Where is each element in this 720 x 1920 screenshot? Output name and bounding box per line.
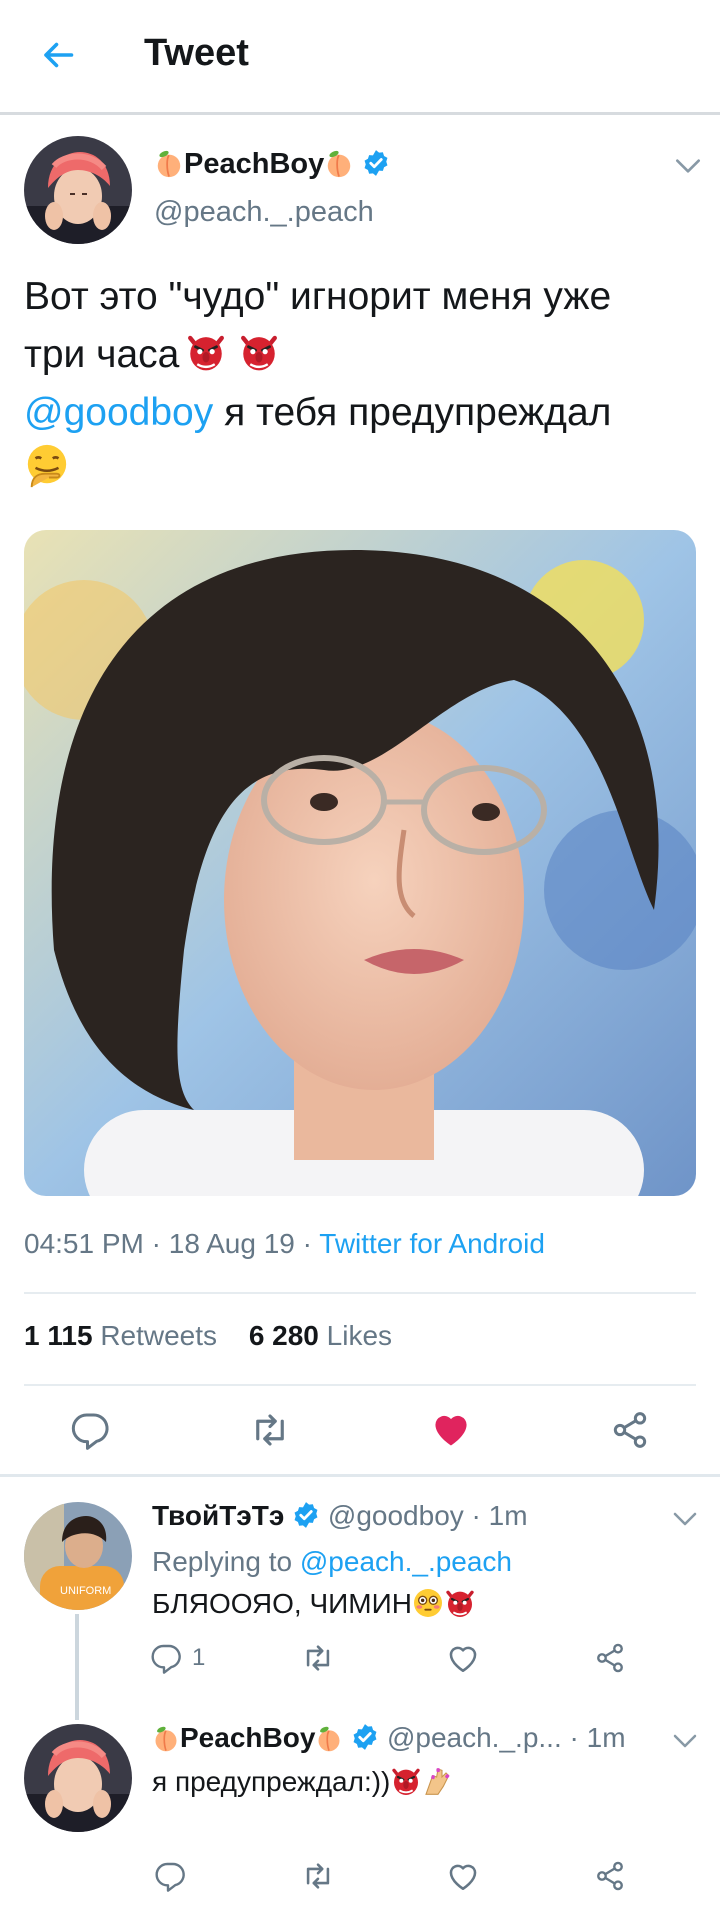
tweet-text: Вот это "чудо" игнорит меня уже три часа… bbox=[24, 268, 704, 500]
tweet-text-line-mention: @goodboy я тебя предупреждал bbox=[24, 384, 704, 442]
reply-avatar[interactable]: UNIFORM bbox=[24, 1502, 132, 1610]
tweet-stats: 1 115 Retweets 6 280 Likes bbox=[24, 1320, 392, 1352]
tweet-text-segment: я тебя предупреждал bbox=[213, 391, 612, 434]
reply-header[interactable]: PeachBoy @peach._.p... · 1m bbox=[152, 1718, 626, 1758]
heart-icon bbox=[446, 1859, 480, 1893]
retweets-stat[interactable]: 1 115 Retweets bbox=[24, 1320, 217, 1351]
share-button[interactable] bbox=[590, 1856, 630, 1896]
peach-emoji bbox=[154, 149, 184, 179]
reply-count: 1 bbox=[192, 1644, 206, 1671]
share-button[interactable] bbox=[590, 1638, 630, 1678]
svg-text:UNIFORM: UNIFORM bbox=[60, 1585, 111, 1597]
replying-to-link[interactable]: @peach._.peach bbox=[300, 1546, 512, 1577]
tweet-date: 18 Aug 19 bbox=[168, 1228, 295, 1259]
chevron-down-icon[interactable] bbox=[670, 1504, 700, 1534]
peach-emoji bbox=[324, 149, 354, 179]
reply-handle: @goodboy bbox=[327, 1500, 464, 1531]
page-title: Tweet bbox=[144, 32, 249, 74]
retweet-button[interactable] bbox=[246, 1406, 294, 1454]
top-app-bar: Tweet bbox=[0, 0, 720, 115]
share-button[interactable] bbox=[606, 1406, 654, 1454]
reply-text-segment: БЛЯООЯО, ЧИМИН bbox=[152, 1588, 412, 1619]
reply-button[interactable]: 1 bbox=[150, 1638, 230, 1678]
tweet-time: 04:51 PM bbox=[24, 1228, 144, 1259]
retweet-button[interactable] bbox=[298, 1638, 338, 1678]
replying-to-line: Replying to @peach._.peach bbox=[152, 1542, 512, 1582]
back-arrow-icon[interactable] bbox=[36, 30, 80, 80]
reply-text: я предупреждал:)) bbox=[152, 1762, 454, 1802]
retweet-icon bbox=[249, 1409, 291, 1451]
reply-time: 1m bbox=[488, 1500, 528, 1531]
goblin-emoji bbox=[238, 331, 280, 373]
replying-to-label: Replying to bbox=[152, 1546, 293, 1577]
reply-button[interactable] bbox=[66, 1406, 114, 1454]
share-icon bbox=[594, 1860, 626, 1892]
divider bbox=[24, 1292, 696, 1294]
verified-badge-icon bbox=[292, 1501, 320, 1529]
like-button[interactable] bbox=[426, 1404, 476, 1454]
tweet-source-link[interactable]: Twitter for Android bbox=[319, 1228, 545, 1259]
retweets-label: Retweets bbox=[100, 1320, 218, 1351]
reply-time: 1m bbox=[586, 1722, 626, 1753]
share-icon bbox=[610, 1410, 650, 1450]
author-handle[interactable]: @peach._.peach bbox=[154, 196, 374, 229]
heart-icon bbox=[429, 1407, 473, 1451]
nail-polish-emoji bbox=[422, 1765, 454, 1797]
retweet-button[interactable] bbox=[298, 1856, 338, 1896]
reply-icon bbox=[150, 1642, 182, 1674]
chevron-down-icon[interactable] bbox=[670, 1726, 700, 1756]
divider bbox=[24, 1384, 696, 1386]
reply-display-name: ТвойТэТэ bbox=[152, 1500, 285, 1531]
reply-header[interactable]: ТвойТэТэ @goodboy · 1m bbox=[152, 1496, 528, 1536]
chevron-down-icon[interactable] bbox=[672, 150, 704, 182]
reply-icon bbox=[70, 1410, 110, 1450]
retweet-icon bbox=[301, 1641, 335, 1675]
tweet-timestamp: 04:51 PM · 18 Aug 19 · Twitter for Andro… bbox=[24, 1228, 545, 1259]
tweet-text-line-emoji bbox=[24, 442, 704, 500]
verified-badge-icon bbox=[362, 149, 390, 177]
goblin-emoji bbox=[185, 331, 227, 373]
mention-link[interactable]: @goodboy bbox=[24, 391, 213, 434]
reply-text-segment: я предупреждал:)) bbox=[152, 1766, 391, 1797]
peach-emoji bbox=[152, 1725, 180, 1753]
retweets-count: 1 115 bbox=[24, 1320, 93, 1351]
verified-badge-icon bbox=[351, 1723, 379, 1751]
likes-count: 6 280 bbox=[248, 1320, 319, 1351]
likes-stat[interactable]: 6 280 Likes bbox=[249, 1320, 392, 1351]
reply-handle: @peach._.p... bbox=[386, 1722, 562, 1753]
tweet-text-line: Вот это "чудо" игнорит меня уже bbox=[24, 275, 612, 318]
share-icon bbox=[594, 1642, 626, 1674]
author-name-row[interactable]: PeachBoy bbox=[154, 146, 390, 182]
goblin-emoji bbox=[444, 1587, 476, 1619]
tweet-photo[interactable] bbox=[24, 530, 696, 1196]
reply-display-name: PeachBoy bbox=[180, 1722, 316, 1753]
retweet-icon bbox=[301, 1859, 335, 1893]
tweet-text-line-emoji: три часа bbox=[24, 326, 704, 384]
like-button[interactable] bbox=[443, 1638, 483, 1678]
heart-icon bbox=[446, 1641, 480, 1675]
goblin-emoji bbox=[390, 1765, 422, 1797]
peach-emoji bbox=[315, 1725, 343, 1753]
reply-button[interactable] bbox=[150, 1856, 190, 1896]
reply-text: БЛЯООЯО, ЧИМИН bbox=[152, 1584, 476, 1624]
reply-icon bbox=[154, 1860, 186, 1892]
author-avatar[interactable] bbox=[24, 136, 132, 244]
author-display-name: PeachBoy bbox=[184, 148, 325, 180]
flushed-emoji bbox=[412, 1587, 444, 1619]
reply-avatar[interactable] bbox=[24, 1724, 132, 1832]
section-divider bbox=[0, 1474, 720, 1477]
likes-label: Likes bbox=[326, 1320, 393, 1351]
like-button[interactable] bbox=[443, 1856, 483, 1896]
tweet-text-segment: три часа bbox=[24, 333, 180, 376]
thread-line bbox=[75, 1614, 79, 1720]
hand-over-mouth-emoji bbox=[24, 443, 70, 489]
